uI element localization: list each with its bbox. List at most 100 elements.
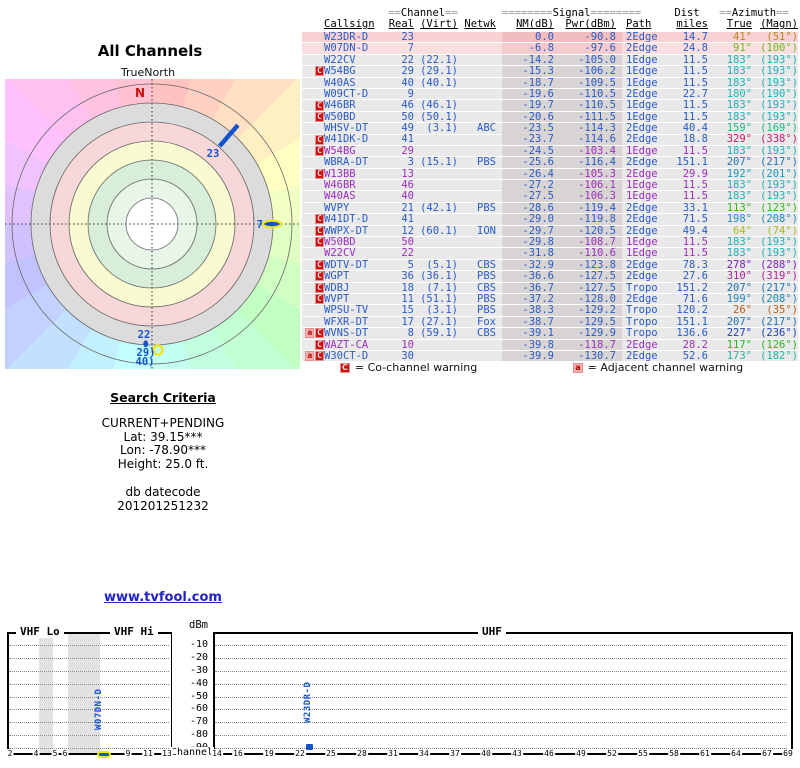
cell-real-channel: 22 bbox=[401, 247, 414, 260]
dbm-axis-title: dBm bbox=[189, 619, 208, 631]
cell-azimuth-true: 183° bbox=[726, 65, 752, 78]
cell-virtual-channel: (36.1) bbox=[420, 270, 458, 283]
table-row: WVPY 21 (42.1) PBS -28.6 -119.4 2Edge 33.1 113° (… bbox=[302, 201, 798, 214]
cell-real-channel: 46 bbox=[401, 179, 414, 192]
cell-miles: 71.6 bbox=[682, 292, 708, 305]
cell-virtual-channel: (42.1) bbox=[420, 201, 458, 214]
channel-tick-label: 55 bbox=[637, 749, 649, 758]
tvfool-link[interactable]: www.tvfool.com bbox=[104, 590, 222, 605]
cell-nm-db: -38.3 bbox=[502, 305, 560, 316]
gridline bbox=[215, 735, 787, 737]
channel-tick-label: 22 bbox=[294, 749, 306, 758]
co-channel-text: = Co-channel warning bbox=[354, 361, 478, 374]
channel-tick-label: 25 bbox=[325, 749, 337, 758]
cell-real-channel: 29 bbox=[401, 144, 414, 157]
cell-real-channel: 23 bbox=[401, 30, 414, 43]
gridline bbox=[9, 670, 169, 672]
co-channel-warning-badge: C bbox=[315, 100, 324, 111]
cell-azimuth-magn: (193°) bbox=[760, 235, 798, 248]
cell-nm-db: -14.2 bbox=[502, 55, 560, 66]
adjacent-channel-warning-badge: a bbox=[305, 351, 315, 362]
cell-azimuth-magn: (193°) bbox=[760, 110, 798, 123]
gridline bbox=[9, 735, 169, 737]
cell-network: PBS bbox=[477, 292, 496, 305]
adjacent-channel-warning-badge: a bbox=[305, 328, 315, 339]
col-real: Real bbox=[388, 18, 414, 31]
polar-marker-ch7 bbox=[261, 219, 283, 229]
table-row: WHSV-DT 49 (3.1) ABC -23.5 -114.3 2Edge 40.4 159… bbox=[302, 122, 798, 135]
cell-pwr-dbm: -128.0 bbox=[560, 294, 622, 305]
cell-pwr-dbm: -97.6 bbox=[560, 43, 622, 54]
cell-callsign: W41DK-D bbox=[324, 133, 369, 146]
cell-azimuth-magn: (193°) bbox=[760, 144, 798, 157]
vhf-panel bbox=[7, 632, 172, 755]
cell-callsign: W07DN-D bbox=[324, 42, 369, 55]
table-row: C WDTV-DT 5 (5.1) CBS -32.9 -123.8 2Edge 78.3 278… bbox=[302, 258, 798, 271]
cell-warning: C bbox=[302, 225, 324, 236]
cell-pwr-dbm: -119.8 bbox=[560, 214, 622, 225]
channel-tick-label: 11 bbox=[142, 749, 154, 758]
co-channel-warning-badge: C bbox=[315, 134, 324, 145]
dbm-tick-label: -50 bbox=[189, 690, 208, 702]
cell-path: 1Edge bbox=[626, 110, 658, 123]
cell-real-channel: 49 bbox=[401, 122, 414, 135]
cell-network: PBS bbox=[477, 304, 496, 317]
col-nm: NM(dB) bbox=[516, 18, 554, 31]
cell-virtual-channel: (22.1) bbox=[420, 53, 458, 66]
cell-virtual-channel: (3.1) bbox=[426, 304, 458, 317]
table-row: W46BR 46 -27.2 -106.1 1Edge 11.5 183° (193°) bbox=[302, 179, 798, 192]
cell-nm-db: -23.5 bbox=[502, 123, 560, 134]
cell-callsign: WVNS-DT bbox=[324, 327, 369, 340]
channel-tick-label: 4 bbox=[32, 749, 40, 758]
cell-miles: 151.1 bbox=[676, 315, 708, 328]
cell-path: 2Edge bbox=[626, 292, 658, 305]
col-magn: (Magn) bbox=[760, 18, 798, 31]
cell-miles: 49.4 bbox=[682, 224, 708, 237]
channel-tick-label: 19 bbox=[263, 749, 275, 758]
db-datecode: db datecode 201201251232 bbox=[58, 485, 268, 513]
cell-callsign: WGPT bbox=[324, 270, 350, 283]
vhf-hi-label: VHF Hi bbox=[110, 625, 158, 638]
cell-path: Tropo bbox=[626, 281, 658, 294]
channel-tick-label: 69 bbox=[782, 749, 794, 758]
cell-network: Fox bbox=[477, 315, 496, 328]
channel-tick-label: 9 bbox=[124, 749, 132, 758]
cell-miles: 24.8 bbox=[682, 42, 708, 55]
cell-miles: 18.8 bbox=[682, 133, 708, 146]
cell-real-channel: 46 bbox=[401, 99, 414, 112]
gridline bbox=[9, 709, 169, 711]
cell-path: 2Edge bbox=[626, 156, 658, 169]
cell-azimuth-magn: (190°) bbox=[760, 87, 798, 100]
dbm-tick-label: -10 bbox=[189, 639, 208, 650]
table-rows: W23DR-D 23 0.0 -90.8 2Edge 14.7 41° (51°) W07DN-… bbox=[302, 30, 798, 362]
cell-azimuth-true: 207° bbox=[726, 281, 752, 294]
cell-nm-db: -29.0 bbox=[502, 214, 560, 225]
cell-network: PBS bbox=[477, 201, 496, 214]
co-channel-warning-badge: C bbox=[315, 168, 324, 179]
polar-rings: N 23 7 22 29) 40) bbox=[5, 79, 300, 369]
cell-callsign: WDTV-DT bbox=[324, 258, 369, 271]
cell-azimuth-true: 117° bbox=[726, 338, 752, 351]
cell-azimuth-true: 310° bbox=[726, 270, 752, 283]
cell-azimuth-magn: (319°) bbox=[760, 270, 798, 283]
cell-nm-db: -39.1 bbox=[502, 328, 560, 339]
cell-azimuth-magn: (208°) bbox=[760, 292, 798, 305]
cell-nm-db: -15.3 bbox=[502, 66, 560, 77]
site-link-wrap: www.tvfool.com bbox=[58, 590, 268, 605]
cell-virtual-channel: (40.1) bbox=[420, 76, 458, 89]
cell-azimuth-true: 183° bbox=[726, 99, 752, 112]
cell-miles: 11.5 bbox=[682, 190, 708, 203]
cell-path: 2Edge bbox=[626, 133, 658, 146]
gridline bbox=[215, 709, 787, 711]
cell-warning: C bbox=[302, 271, 324, 282]
col-netwk: Netwk bbox=[464, 18, 496, 31]
dbm-tick-label: -40 bbox=[189, 677, 208, 689]
cell-nm-db: -29.7 bbox=[502, 226, 560, 237]
cell-real-channel: 13 bbox=[401, 167, 414, 180]
channel-tick-label: 2 bbox=[6, 749, 14, 758]
cell-real-channel: 15 bbox=[401, 304, 414, 317]
table-row: C WGPT 36 (36.1) PBS -36.6 -127.5 2Edge 27.6 310°… bbox=[302, 270, 798, 283]
cell-azimuth-true: 192° bbox=[726, 167, 752, 180]
cell-miles: 78.3 bbox=[682, 258, 708, 271]
gridline bbox=[9, 722, 169, 724]
